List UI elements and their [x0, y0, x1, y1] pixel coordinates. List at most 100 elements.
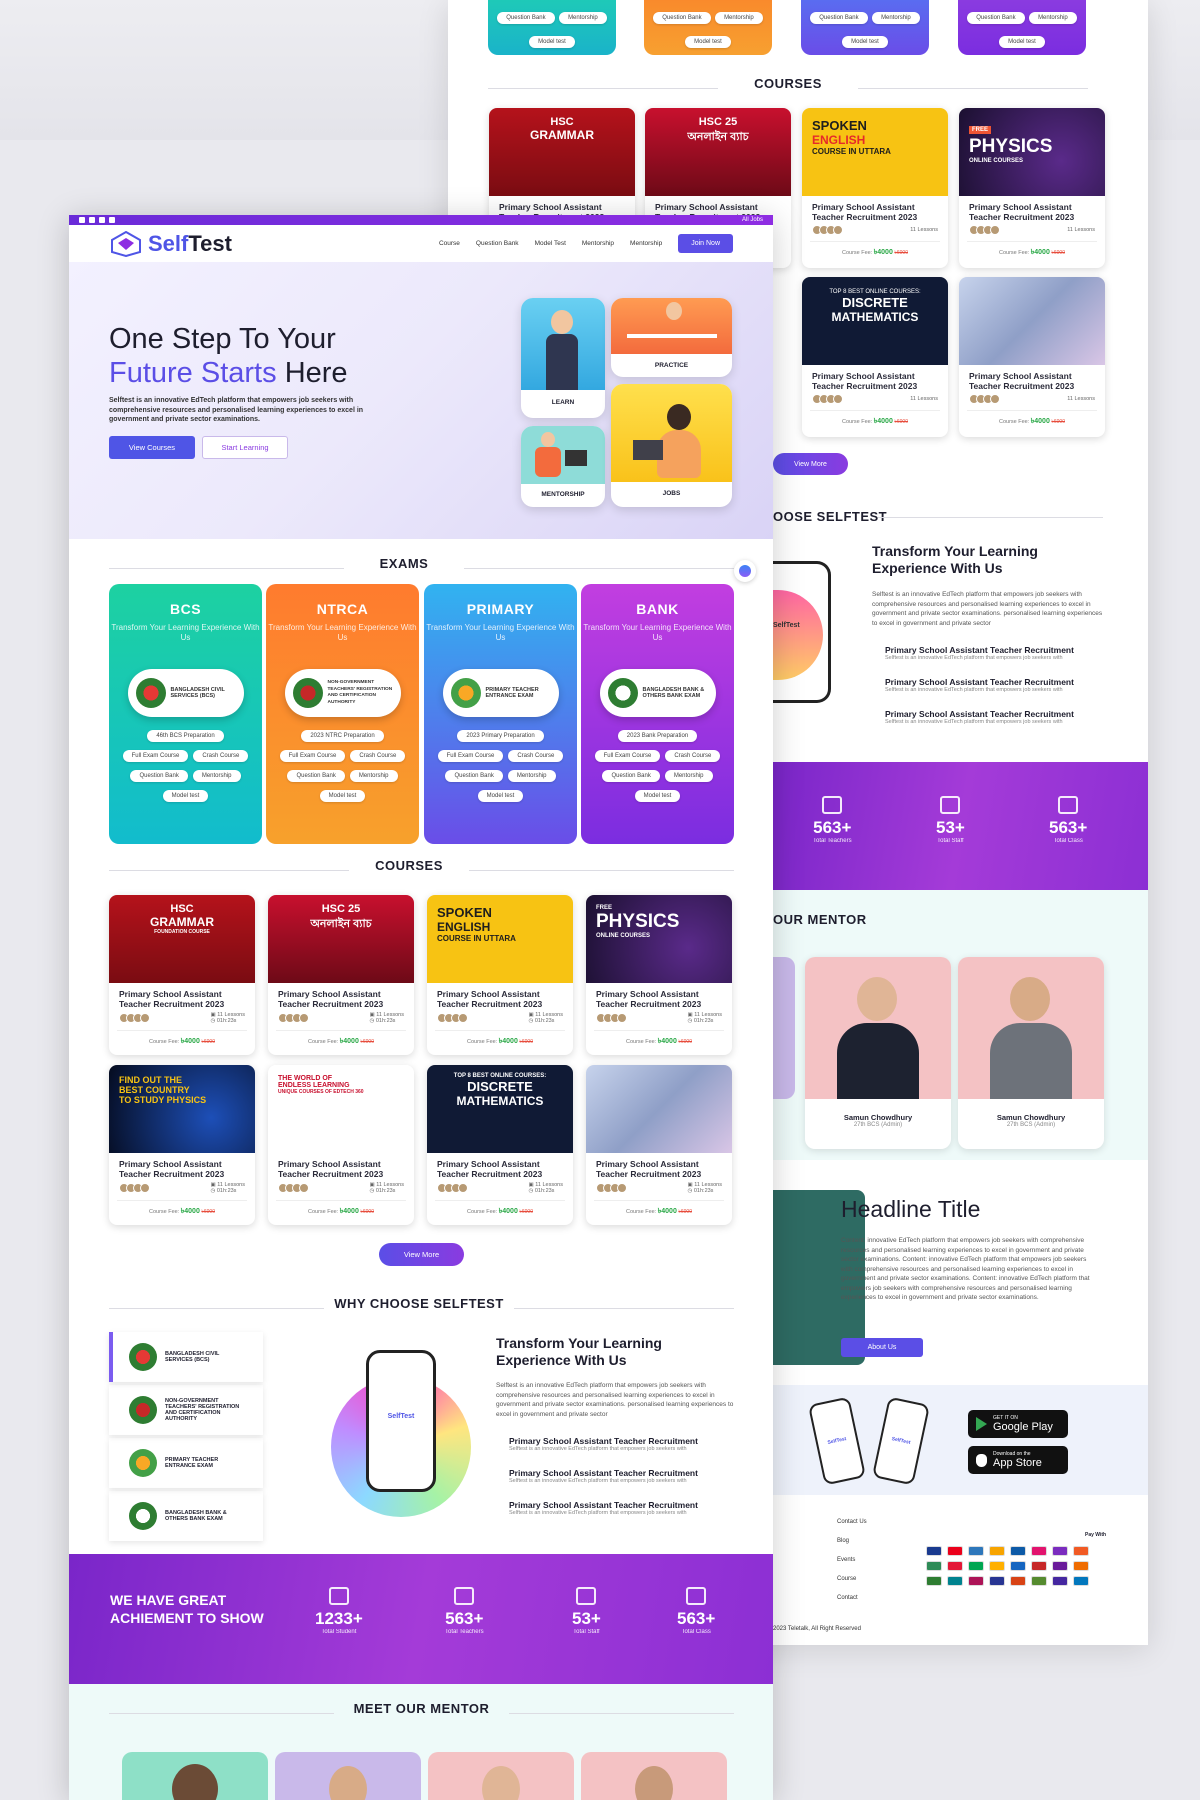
pill[interactable]: Mentorship	[507, 770, 556, 782]
why-tab[interactable]: NON-GOVERNMENT TEACHERS' REGISTRATION AN…	[109, 1385, 263, 1435]
course-card[interactable]: FREE PHYSICS ONLINE COURSES Primary School…	[959, 108, 1105, 268]
payment-logo-icon	[1052, 1546, 1068, 1556]
pill[interactable]: Question Bank	[445, 770, 503, 782]
pill[interactable]: Question Bank	[810, 12, 868, 24]
pill[interactable]: Crash Course	[665, 750, 721, 762]
pill[interactable]: Mentorship	[872, 12, 920, 24]
footer-link[interactable]: Contact	[837, 1589, 867, 1608]
logo[interactable]: Self Test	[109, 230, 232, 257]
pill[interactable]: Model test	[477, 790, 524, 802]
payment-logo-icon	[947, 1561, 963, 1571]
nav-course[interactable]: Course	[439, 240, 460, 247]
tile-mentorship[interactable]: MENTORSHIP	[521, 426, 605, 507]
mentor-card[interactable]	[581, 1752, 727, 1800]
course-card[interactable]: TOP 8 BEST ONLINE COURSES: DISCRETE MATHEM…	[802, 277, 948, 437]
pill[interactable]: 2023 Primary Preparation	[457, 730, 544, 742]
stat: 53+ Total Staff	[936, 796, 965, 844]
mentor-card[interactable]	[428, 1752, 574, 1800]
pill[interactable]: Mentorship	[715, 12, 763, 24]
footer-link[interactable]: Blog	[837, 1532, 867, 1551]
pill[interactable]: 46th BCS Preparation	[147, 730, 224, 742]
messenger-icon[interactable]	[734, 560, 756, 582]
pill[interactable]: Question Bank	[653, 12, 711, 24]
footer-link[interactable]: Contact Us	[837, 1513, 867, 1532]
pill[interactable]: Full Exam Course	[279, 750, 346, 762]
google-play-button[interactable]: GET IT ON Google Play	[968, 1410, 1068, 1438]
tile-jobs[interactable]: JOBS	[611, 384, 732, 507]
pill[interactable]: Question Bank	[497, 12, 555, 24]
nav-mentorship-2[interactable]: Mentorship	[630, 240, 662, 247]
all-jobs-link[interactable]: All Jobs	[742, 217, 763, 223]
pill[interactable]: Mentorship	[1029, 12, 1077, 24]
pill[interactable]: Crash Course	[350, 750, 406, 762]
nav-mentorship[interactable]: Mentorship	[582, 240, 614, 247]
pill[interactable]: Crash Course	[193, 750, 249, 762]
exam-card-primary[interactable]: PRIMARY Transform Your Learning Experienc…	[424, 584, 577, 844]
why-tab[interactable]: PRIMARY TEACHER ENTRANCE EXAM	[109, 1438, 263, 1488]
why-points: Primary School Assistant Teacher Recruit…	[885, 645, 1074, 725]
course-fee: Course Fee: ৳4000 ৳6000	[435, 1200, 565, 1223]
pill[interactable]: Model test	[999, 36, 1045, 48]
why-tab-active[interactable]: BANGLADESH CIVIL SERVICES (BCS)	[109, 1332, 263, 1382]
pill[interactable]: Question Bank	[967, 12, 1025, 24]
tile-learn[interactable]: LEARN	[521, 298, 605, 418]
pill[interactable]: Crash Course	[508, 750, 564, 762]
payment-logo-icon	[1010, 1576, 1026, 1586]
mentor-card[interactable]	[122, 1752, 268, 1800]
exam-card-ntrca[interactable]: NTRCA Transform Your Learning Experience …	[266, 584, 419, 844]
pill[interactable]: Mentorship	[192, 770, 241, 782]
course-card[interactable]: HSC 25 অনলাইন ব্যাচ Primary School Assista…	[268, 895, 414, 1055]
pill[interactable]: Model test	[685, 36, 731, 48]
app-store-button[interactable]: Download on the App Store	[968, 1446, 1068, 1474]
tile-practice[interactable]: PRACTICE	[611, 298, 732, 377]
pill[interactable]: 2023 NTRC Preparation	[301, 730, 384, 742]
pill[interactable]: Full Exam Course	[594, 750, 661, 762]
pill[interactable]: Mentorship	[349, 770, 398, 782]
pill[interactable]: Mentorship	[559, 12, 607, 24]
course-card[interactable]: THE WORLD OF ENDLESS LEARNING UNIQUE COURS…	[268, 1065, 414, 1225]
pill[interactable]: Model test	[529, 36, 575, 48]
course-card[interactable]: Primary School Assistant Teacher Recruit…	[959, 277, 1105, 437]
mentor-role: 27th BCS (Admin)	[1006, 1122, 1056, 1128]
course-card[interactable]: FREE PHYSICS ONLINE COURSES Primary School …	[586, 895, 732, 1055]
mentor-card[interactable]	[275, 1752, 421, 1800]
exam-card-bcs[interactable]: BCS Transform Your Learning Experience Wi…	[109, 584, 262, 844]
course-card[interactable]: SPOKEN ENGLISH COURSE IN UTTARA Primary Sc…	[802, 108, 948, 268]
pill[interactable]: Question Bank	[130, 770, 188, 782]
course-card[interactable]: TOP 8 BEST ONLINE COURSES: DISCRETE MATHEM…	[427, 1065, 573, 1225]
course-card[interactable]: Primary School Assistant Teacher Recruit…	[586, 1065, 732, 1225]
pill[interactable]: 2023 Bank Preparation	[617, 730, 698, 742]
view-more-button[interactable]: View More	[379, 1243, 464, 1266]
pill[interactable]: Question Bank	[602, 770, 660, 782]
course-fee: Course Fee: ৳4000 ৳6000	[276, 1030, 406, 1053]
course-card[interactable]: SPOKEN ENGLISH COURSE IN UTTARA Primary Sch…	[427, 895, 573, 1055]
mentor-card[interactable]: Samun Chowdhury 27th BCS (Admin)	[958, 957, 1104, 1149]
course-title: Primary School Assistant Teacher Recruit…	[437, 1159, 543, 1179]
pill[interactable]: Mentorship	[664, 770, 713, 782]
mentor-card[interactable]: Samun Chowdhury 27th BCS (Admin)	[805, 957, 951, 1149]
nav-question-bank[interactable]: Question Bank	[476, 240, 519, 247]
pill[interactable]: Full Exam Course	[122, 750, 189, 762]
view-courses-button[interactable]: View Courses	[109, 436, 195, 459]
why-tab[interactable]: BANGLADESH BANK & OTHERS BANK EXAM	[109, 1491, 263, 1541]
course-card[interactable]: HSC GRAMMAR FOUNDATION COURSE Primary Schoo…	[109, 895, 255, 1055]
pill[interactable]: Model test	[842, 36, 888, 48]
footer-link[interactable]: Events	[837, 1551, 867, 1570]
start-learning-button[interactable]: Start Learning	[202, 436, 288, 459]
pill[interactable]: Full Exam Course	[437, 750, 504, 762]
linkedin-icon[interactable]	[89, 217, 95, 223]
facebook-icon[interactable]	[79, 217, 85, 223]
nav-model-test[interactable]: Model Test	[535, 240, 566, 247]
pill[interactable]: Model test	[162, 790, 209, 802]
exam-card-bank[interactable]: BANK Transform Your Learning Experience W…	[581, 584, 734, 844]
youtube-icon[interactable]	[109, 217, 115, 223]
view-more-button[interactable]: View More	[773, 453, 848, 475]
pill[interactable]: Model test	[634, 790, 681, 802]
course-card[interactable]: FIND OUT THE BEST COUNTRY TO STUDY PHYSICS…	[109, 1065, 255, 1225]
pill[interactable]: Model test	[319, 790, 366, 802]
join-now-button[interactable]: Join Now	[678, 234, 733, 253]
pill[interactable]: Question Bank	[287, 770, 345, 782]
instagram-icon[interactable]	[99, 217, 105, 223]
about-us-button[interactable]: About Us	[841, 1338, 923, 1357]
footer-link[interactable]: Course	[837, 1570, 867, 1589]
